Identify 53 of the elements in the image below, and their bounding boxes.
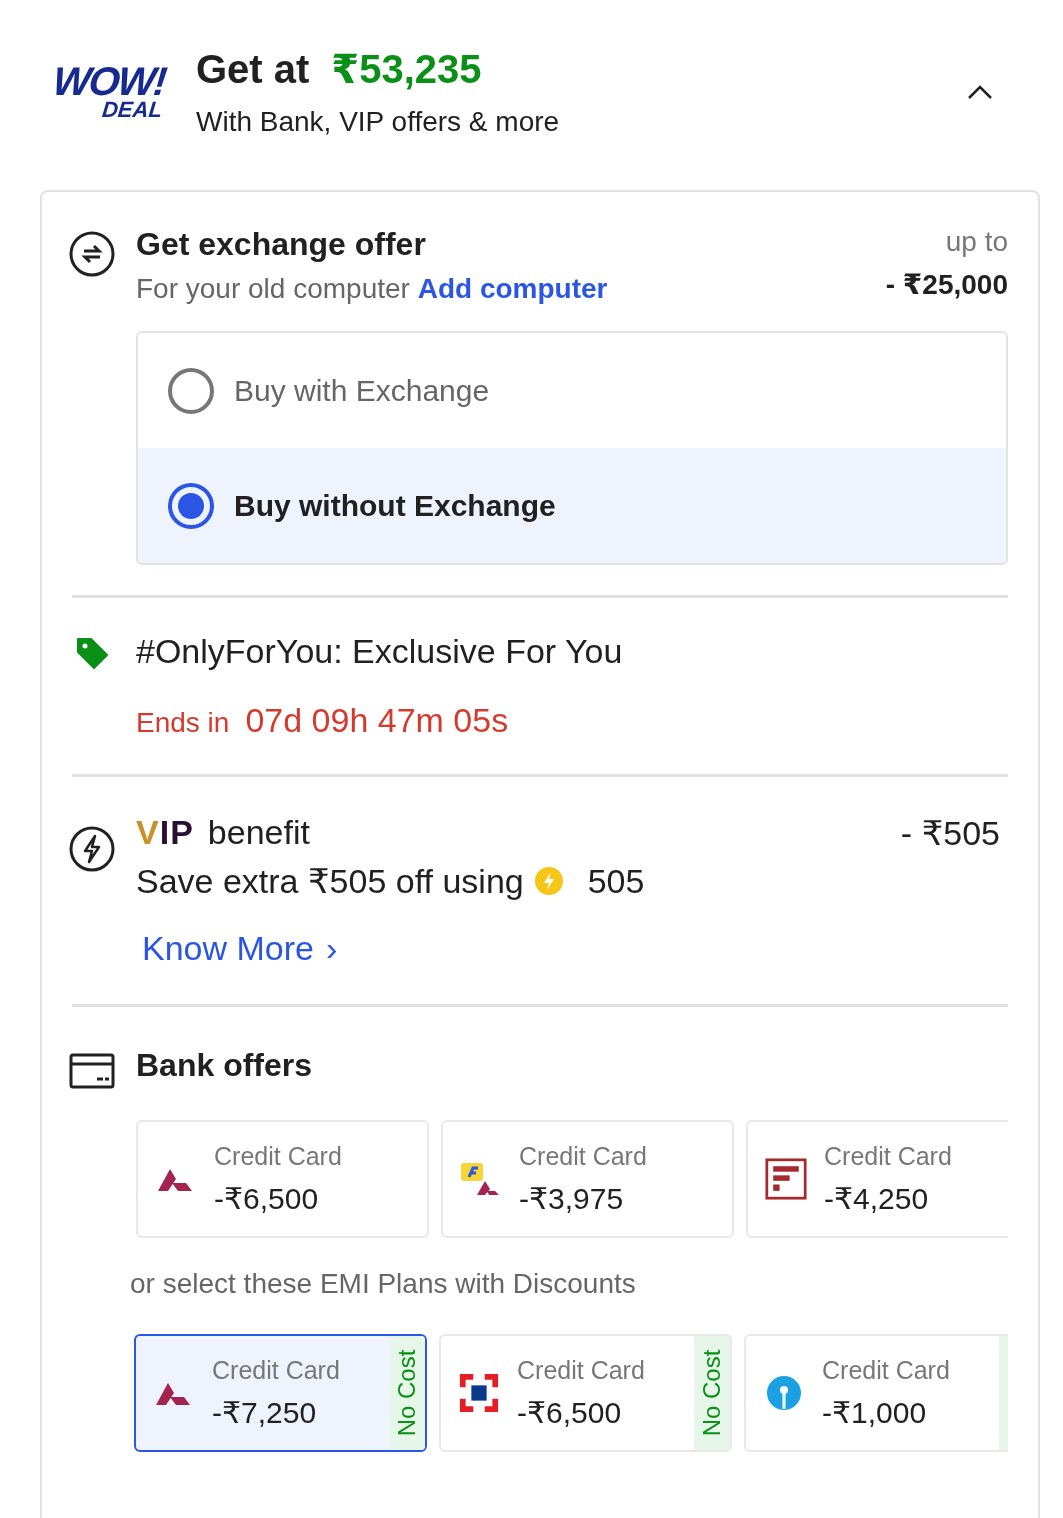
add-computer-link[interactable]: Add computer	[417, 273, 608, 304]
lightning-coin-icon	[533, 866, 564, 896]
card-type: Credit Card	[212, 1356, 341, 1385]
offer-amount: -₹6,500	[214, 1181, 320, 1216]
tag-icon	[75, 636, 109, 670]
deal-title: Get at	[196, 47, 310, 92]
offer-amount: -₹7,250	[212, 1395, 318, 1430]
offer-title: #OnlyForYou: Exclusive For You	[136, 632, 624, 671]
bank-logo-icon	[764, 1158, 808, 1200]
exchange-icon	[68, 230, 116, 278]
lightning-icon	[68, 825, 116, 873]
logo-text: WOW!	[51, 63, 168, 99]
bank-logo-icon	[766, 1375, 802, 1411]
deal-price: ₹53,235	[331, 46, 482, 92]
deal-subtitle: With Bank, VIP offers & more	[196, 106, 561, 138]
countdown-timer: 07d 09h 47m 05s	[245, 701, 509, 740]
radio-option[interactable]: Buy without Exchange	[138, 448, 1006, 563]
logo-text: DEAL	[101, 99, 164, 121]
offer-amount: -₹4,250	[824, 1181, 930, 1216]
section-subtitle: For your old computer	[136, 273, 410, 304]
card-type: Credit Card	[822, 1356, 951, 1385]
bank-offer-card[interactable]: Credit Card -₹3,975	[441, 1120, 734, 1238]
amount-label: up to	[945, 226, 1008, 258]
offer-amount: -₹6,500	[517, 1395, 623, 1430]
no-cost-label: No Cost	[698, 1349, 726, 1437]
card-type: Credit Card	[214, 1142, 343, 1171]
exchange-amount: - ₹25,000	[885, 268, 1008, 301]
no-cost-label: No Cost	[393, 1349, 421, 1437]
radio-button[interactable]	[168, 367, 214, 414]
bank-logo-icon	[457, 1372, 501, 1414]
ends-label: Ends in	[136, 707, 230, 739]
vip-amount: - ₹505	[900, 813, 1000, 853]
emi-caption: or select these EMI Plans with Discounts	[130, 1268, 637, 1300]
bank-offer-card[interactable]: Credit Card -₹4,250	[746, 1120, 1008, 1238]
card-icon	[69, 1053, 115, 1089]
radio-button[interactable]	[168, 482, 214, 529]
section-title: Get exchange offer	[136, 226, 427, 263]
card-type: Credit Card	[824, 1142, 953, 1171]
card-type: Credit Card	[519, 1142, 648, 1171]
bank-offer-card[interactable]: Credit Card -₹6,500	[136, 1120, 429, 1238]
offer-amount: -₹1,000	[822, 1395, 928, 1430]
emi-plan-card[interactable]: Credit Card -₹1,000	[744, 1334, 1008, 1452]
benefit-title: benefit	[207, 813, 310, 852]
vip-logo: VIP	[136, 813, 194, 852]
emi-plan-card[interactable]: Credit Card -₹7,250 No Cost	[134, 1334, 427, 1452]
chevron-up-icon[interactable]	[967, 84, 993, 100]
vip-description: Save extra ₹505 off using	[136, 861, 524, 901]
know-more-link[interactable]: Know More ›	[142, 929, 338, 968]
card-type: Credit Card	[517, 1356, 646, 1385]
coin-count: 505	[587, 861, 645, 901]
emi-plan-card[interactable]: Credit Card -₹6,500 No Cost	[439, 1334, 732, 1452]
section-title: Bank offers	[136, 1047, 314, 1084]
offer-amount: -₹3,975	[519, 1181, 625, 1216]
